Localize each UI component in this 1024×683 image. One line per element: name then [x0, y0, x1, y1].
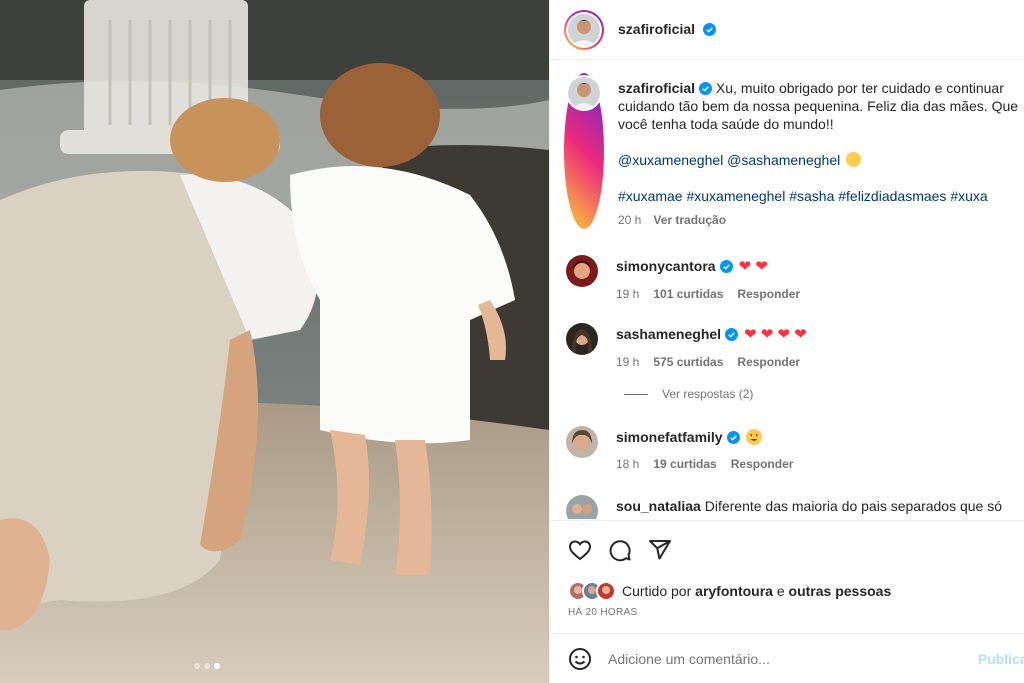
heart-emoji: ❤ ❤ ❤ ❤ [743, 326, 807, 343]
add-comment-bar: Publicar [550, 633, 1024, 683]
post-photo-illustration [0, 0, 549, 683]
comment-input[interactable] [608, 650, 968, 667]
comment-text: Diferente das maioria do pais separados … [704, 498, 1003, 514]
author-avatar[interactable] [564, 9, 604, 50]
heart-icon[interactable] [568, 538, 592, 562]
heart-emoji: ❤ ❤ [738, 258, 768, 275]
verified-badge-icon [719, 260, 733, 273]
liked-by-prefix: Curtido por [622, 583, 692, 599]
verified-badge-icon [725, 328, 739, 341]
author-avatar[interactable] [564, 73, 604, 229]
view-replies-button[interactable]: Ver respostas (2) [624, 387, 753, 401]
verified-badge-icon [726, 431, 740, 444]
comment-item: sou_nataliaa Diferente das maioria do pa… [566, 495, 1021, 519]
caption-hashtags[interactable]: #xuxamae #xuxameneghel #sasha #felizdiad… [618, 188, 988, 204]
commenter-avatar[interactable] [566, 495, 598, 519]
comment-likes[interactable]: 101 curtidas [653, 287, 723, 301]
post-caption: szafiroficial Xu, muito obrigado por ter… [564, 73, 1019, 229]
caption-time[interactable]: 20 h [618, 211, 641, 229]
author-username[interactable]: szafiroficial [618, 21, 695, 37]
share-icon[interactable] [648, 538, 672, 562]
verified-badge-icon [699, 82, 713, 95]
post-actions: Curtido por aryfontoura e outras pessoas… [550, 520, 1024, 633]
see-translation-button[interactable]: Ver tradução [653, 211, 726, 229]
publish-button[interactable]: Publicar [978, 651, 1024, 667]
carousel-dot-active [214, 663, 220, 669]
comment-item: sashameneghel ❤ ❤ ❤ ❤ 19 h 575 curtidas … [566, 323, 1021, 369]
liked-by-others[interactable]: outras pessoas [789, 583, 892, 599]
post-panel: szafiroficial szafiroficial Xu, muito ob… [549, 0, 1024, 683]
comment-time[interactable]: 19 h [616, 287, 639, 301]
emoji-icon[interactable] [568, 647, 592, 671]
verified-badge-icon [703, 22, 717, 36]
carousel-dot [204, 663, 210, 669]
hugging-emoji-icon [846, 152, 862, 167]
commenter-username[interactable]: simonefatfamily [616, 429, 723, 445]
reply-button[interactable]: Responder [737, 355, 800, 369]
liker-avatar[interactable] [596, 581, 616, 601]
comments-scroll-area[interactable]: szafiroficial Xu, muito obrigado por ter… [550, 61, 1024, 519]
carousel-indicator [194, 663, 220, 669]
commenter-avatar[interactable] [566, 426, 598, 458]
caption-username[interactable]: szafiroficial [618, 80, 695, 96]
commenter-avatar[interactable] [566, 255, 598, 287]
comment-time[interactable]: 19 h [616, 355, 639, 369]
comment-likes[interactable]: 575 curtidas [653, 355, 723, 369]
commenter-username[interactable]: sashameneghel [616, 326, 721, 342]
carousel-dot [194, 663, 200, 669]
liked-by-connector: e [776, 583, 785, 599]
likes-summary: Curtido por aryfontoura e outras pessoas [568, 581, 891, 601]
post-header: szafiroficial [550, 0, 1024, 60]
comment-icon[interactable] [608, 538, 632, 562]
replies-divider-line [624, 393, 648, 395]
comment-item: simonefatfamily 18 h 19 curtidas Respond… [566, 426, 1021, 471]
commenter-username[interactable]: sou_nataliaa [616, 498, 701, 514]
caption-mentions[interactable]: @xuxameneghel @sashameneghel [618, 152, 840, 168]
post-timestamp[interactable]: HÁ 20 HORAS [568, 607, 637, 618]
commenter-username[interactable]: simonycantora [616, 258, 716, 274]
reply-button[interactable]: Responder [731, 457, 794, 471]
liked-by-user[interactable]: aryfontoura [695, 583, 773, 599]
commenter-avatar[interactable] [566, 323, 598, 355]
reply-button[interactable]: Responder [737, 287, 800, 301]
comment-likes[interactable]: 19 curtidas [653, 457, 716, 471]
post-photo[interactable] [0, 0, 549, 683]
view-replies-label: Ver respostas (2) [662, 387, 754, 401]
comment-item: simonycantora ❤ ❤ 19 h 101 curtidas Resp… [566, 255, 1021, 301]
heart-eyes-emoji-icon [746, 429, 763, 445]
comment-time[interactable]: 18 h [616, 457, 639, 471]
